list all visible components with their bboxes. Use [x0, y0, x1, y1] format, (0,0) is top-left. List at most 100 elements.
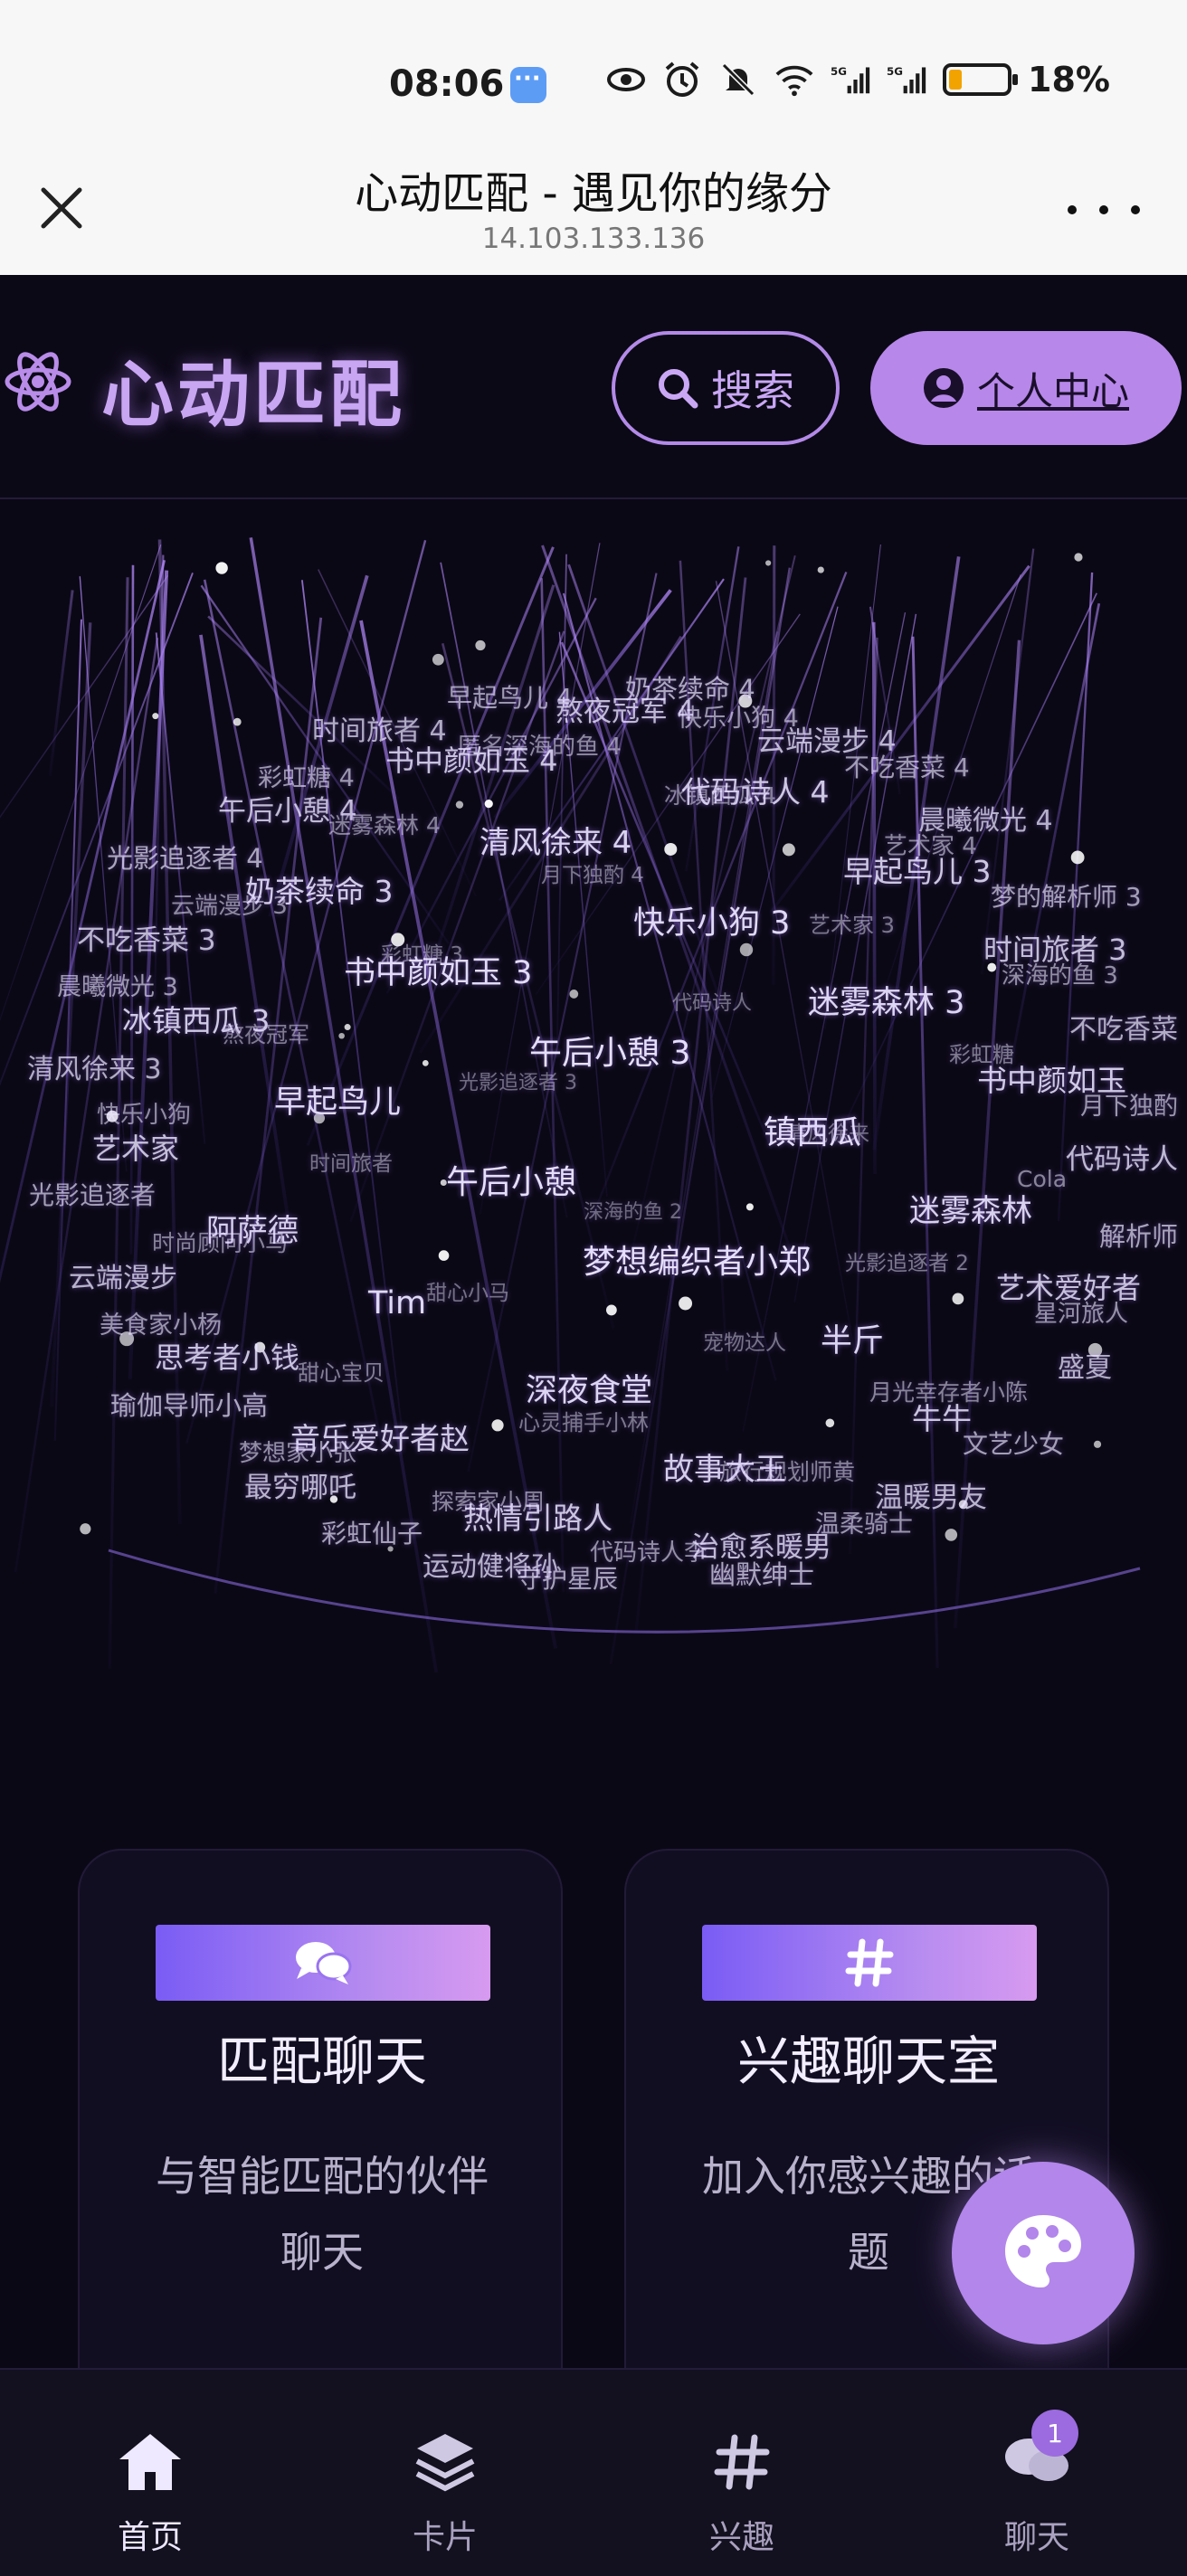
sphere-word[interactable]: 不吃香菜 — [1069, 1007, 1178, 1046]
sparkle — [338, 1032, 345, 1039]
light-streak — [793, 613, 917, 1302]
sphere-word[interactable]: 迷雾森林 4 — [328, 808, 441, 840]
nav-cards[interactable]: 卡片 — [337, 2370, 554, 2576]
sparkle — [1074, 553, 1083, 562]
search-button[interactable]: 搜索 — [612, 331, 840, 445]
sphere-word[interactable]: 清风徐来 3 — [27, 1046, 162, 1086]
sphere-word[interactable]: 梦想编织者小郑 — [583, 1236, 811, 1283]
sphere-word[interactable]: 深海的鱼 3 — [1002, 957, 1118, 990]
sphere-word[interactable]: 光影追逐者 4 — [107, 838, 263, 876]
sphere-word[interactable]: 星河旅人 — [1034, 1295, 1128, 1329]
sphere-word[interactable]: 瑜伽导师小高 — [110, 1385, 268, 1423]
page-title: 心动匹配 - 遇见你的缘分 — [355, 168, 832, 219]
nav-label: 卡片 — [412, 2519, 478, 2556]
light-streak — [53, 619, 82, 1441]
app: 心动匹配 搜索 个人中心 奶茶续命 4 早起鸟儿 4 熬夜冠军 4 快乐小狗 4 时间旅… — [0, 275, 1187, 2576]
battery-level: 18% — [1028, 60, 1110, 99]
status-icons: 5G 5G 18% — [606, 60, 1110, 99]
theme-palette-button[interactable] — [952, 2162, 1135, 2344]
sphere-word[interactable]: 旅行规划师黄 — [719, 1454, 855, 1487]
sphere-word[interactable]: 彩虹仙子 — [321, 1514, 423, 1550]
sphere-word[interactable]: 最穷哪吒 — [244, 1464, 356, 1505]
sphere-word[interactable]: 光影追逐者 3 — [459, 1066, 577, 1095]
light-streak — [556, 554, 567, 1052]
sphere-word[interactable]: 艺术家 — [92, 1126, 179, 1168]
sphere-word[interactable]: 解析师 — [1099, 1216, 1178, 1254]
sphere-word[interactable]: 不吃香菜 4 — [844, 748, 970, 784]
sphere-word[interactable]: 文艺少女 — [963, 1425, 1064, 1461]
home-icon — [114, 2426, 186, 2498]
word-sphere[interactable]: 奶茶续命 4 早起鸟儿 4 熬夜冠军 4 快乐小狗 4 时间旅者 4 云端漫步 4 匿名深海… — [0, 501, 1187, 1894]
search-label: 搜索 — [711, 366, 794, 415]
nav-interest[interactable]: 兴趣 — [633, 2370, 850, 2576]
sphere-word[interactable]: 时尚顾问小马 — [152, 1226, 288, 1258]
sphere-word[interactable]: 迷雾森林 — [909, 1186, 1032, 1230]
sphere-word[interactable]: 宠物达人 — [703, 1325, 786, 1356]
signal-5g-icon: 5G — [831, 62, 870, 98]
sphere-word[interactable]: 午后小憩 — [446, 1156, 576, 1203]
card-title: 匹配聊天 — [216, 2031, 427, 2092]
sphere-word[interactable]: 云端漫步 — [69, 1255, 177, 1295]
sphere-word[interactable]: 熬夜冠军 4 — [556, 688, 695, 729]
sphere-word[interactable]: 早起鸟儿 3 — [843, 848, 992, 891]
search-icon — [659, 369, 698, 409]
nav-chat[interactable]: 1 聊天 — [928, 2370, 1145, 2576]
sphere-word[interactable]: 光影追逐者 2 — [845, 1245, 969, 1276]
battery-icon — [943, 63, 1018, 96]
sphere-word[interactable]: 清风徐来 — [786, 1116, 869, 1147]
sphere-word[interactable]: 代码诗人 — [1066, 1136, 1178, 1177]
svg-text:5G: 5G — [887, 65, 903, 78]
sparkle — [438, 1250, 450, 1261]
sphere-word[interactable]: 盛夏 — [1058, 1345, 1112, 1385]
sphere-word[interactable]: 热情引路人 — [463, 1494, 612, 1538]
sphere-word[interactable]: 思考者小钱 — [155, 1335, 299, 1377]
eye-icon — [606, 62, 646, 98]
message-icon — [510, 65, 546, 103]
sphere-word[interactable]: 代码诗人 — [672, 987, 752, 1016]
sphere-word[interactable]: 深海的鱼 2 — [584, 1196, 682, 1225]
sphere-word[interactable]: Tim — [368, 1285, 426, 1321]
sparkle — [1070, 850, 1085, 865]
sparkle — [952, 1293, 964, 1305]
chat-bubbles-icon — [296, 1942, 352, 1984]
sphere-word[interactable]: 幽默绅士 — [709, 1554, 814, 1592]
sphere-word[interactable]: 不吃香菜 3 — [77, 917, 216, 958]
wifi-icon — [774, 62, 814, 98]
atom-logo-icon — [4, 347, 72, 416]
sphere-word[interactable]: 梦想家小张 — [239, 1435, 356, 1468]
mute-icon — [718, 62, 758, 98]
sphere-word[interactable]: 时间旅者 — [309, 1146, 393, 1177]
palette-icon — [1005, 2215, 1081, 2287]
sphere-word[interactable]: 半斤 — [821, 1315, 884, 1361]
sphere-word[interactable]: 快乐小狗 3 — [633, 897, 790, 943]
sphere-word[interactable]: 甜心宝贝 — [298, 1355, 385, 1387]
sphere-word[interactable]: 心灵捕手小林 — [518, 1405, 649, 1436]
sphere-word[interactable]: 熬夜冠军 — [223, 1017, 309, 1048]
sphere-word[interactable]: 冰镇西瓜 4 — [664, 778, 776, 810]
app-logo[interactable]: 心动匹配 — [101, 336, 405, 441]
sphere-word[interactable]: 艺术家 3 — [809, 907, 895, 939]
more-options-button[interactable] — [1068, 192, 1140, 228]
sphere-word[interactable]: 月下独酌 — [1080, 1086, 1178, 1122]
sparkle — [945, 1529, 958, 1541]
sparkle — [569, 990, 579, 999]
profile-center-button[interactable]: 个人中心 — [870, 331, 1182, 445]
sparkle — [491, 1419, 504, 1432]
sphere-word[interactable]: 清风徐来 4 — [480, 818, 631, 862]
sphere-word[interactable]: 迷雾森林 3 — [808, 977, 964, 1023]
more-dot-icon — [1099, 205, 1108, 214]
sphere-word[interactable]: 月下独酌 4 — [541, 857, 644, 888]
sphere-word[interactable]: 光影追逐者 — [29, 1176, 156, 1212]
sphere-word[interactable]: 快乐小狗 — [97, 1096, 191, 1130]
sphere-word[interactable]: 梦的解析师 3 — [991, 877, 1142, 914]
nav-home[interactable]: 首页 — [42, 2370, 259, 2576]
sphere-word[interactable]: 早起鸟儿 4 — [447, 678, 573, 715]
sparkle — [484, 800, 493, 809]
status-time: 08:06 — [389, 63, 505, 105]
sphere-word[interactable]: 守护星辰 — [517, 1559, 618, 1596]
sphere-word[interactable]: 早起鸟儿 — [274, 1076, 401, 1122]
sphere-word[interactable]: 书中颜如玉 4 — [385, 738, 558, 780]
sphere-word[interactable]: 书中颜如玉 3 — [344, 947, 532, 993]
sphere-word[interactable]: 云端漫步 3 — [171, 887, 288, 921]
sphere-word[interactable]: 甜心小马 — [426, 1275, 509, 1306]
